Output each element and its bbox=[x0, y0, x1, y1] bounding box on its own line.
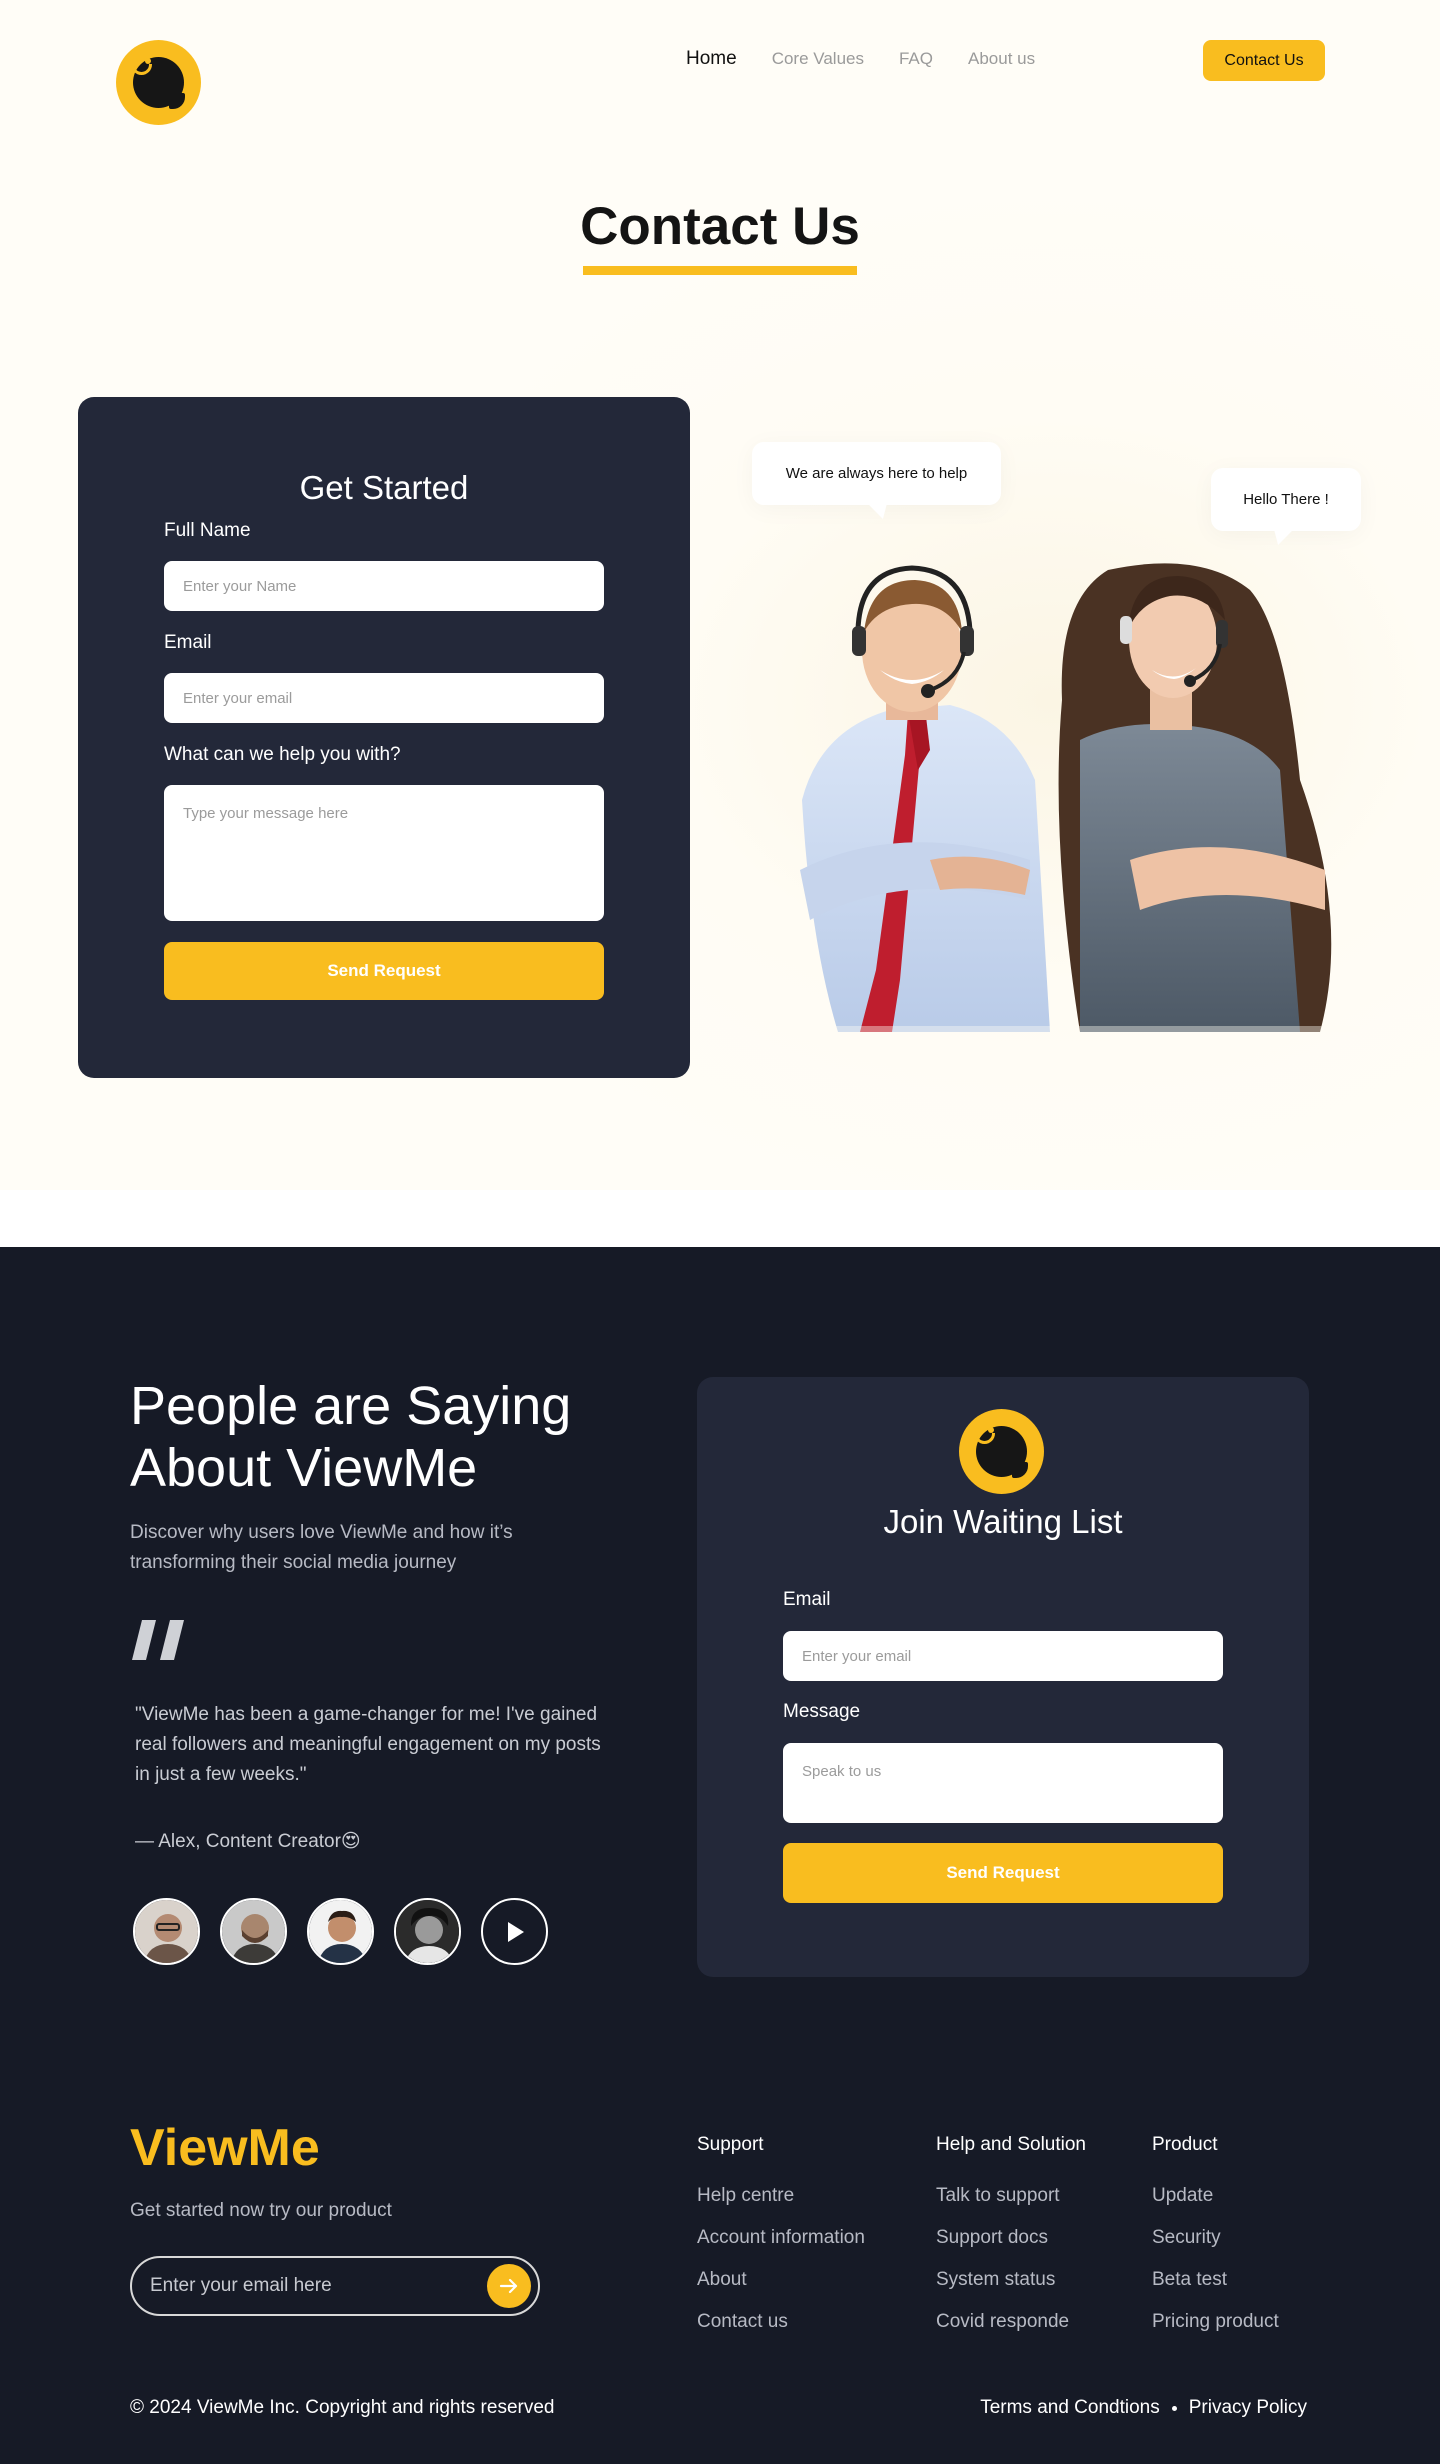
waitlist-message-label: Message bbox=[783, 1701, 861, 1722]
terms-link[interactable]: Terms and Condtions bbox=[980, 2397, 1160, 2419]
privacy-link[interactable]: Privacy Policy bbox=[1189, 2397, 1307, 2419]
full-name-label: Full Name bbox=[164, 520, 251, 541]
waitlist-message-textarea[interactable] bbox=[783, 1743, 1223, 1823]
footer-link-support-docs[interactable]: Support docs bbox=[936, 2225, 1086, 2250]
speech-bubble-hello: Hello There ! bbox=[1211, 468, 1361, 531]
play-video-button[interactable] bbox=[481, 1898, 548, 1965]
avatar[interactable] bbox=[394, 1898, 461, 1965]
send-request-button[interactable]: Send Request bbox=[164, 942, 604, 1000]
footer-column-support: Support Help centre Account information … bbox=[697, 2134, 865, 2351]
footer-column-heading: Product bbox=[1152, 2134, 1218, 2155]
page-title: Contact Us bbox=[580, 197, 860, 256]
testimonials-subtitle: Discover why users love ViewMe and how i… bbox=[130, 1522, 513, 1573]
title-underline bbox=[583, 266, 857, 275]
waitlist-title: Join Waiting List bbox=[883, 1503, 1123, 1540]
arrow-right-icon bbox=[499, 2278, 518, 2294]
footer-column-product: Product Update Security Beta test Pricin… bbox=[1152, 2134, 1279, 2351]
email-label: Email bbox=[164, 632, 212, 653]
speech-bubble-help: We are always here to help bbox=[752, 442, 1001, 505]
message-label: What can we help you with? bbox=[164, 744, 401, 765]
nav-item-home[interactable]: Home bbox=[686, 48, 737, 70]
subscribe-button[interactable] bbox=[487, 2264, 531, 2308]
footer-brand: ViewMe bbox=[130, 2119, 320, 2177]
copyright-text: © 2024 ViewMe Inc. Copyright and rights … bbox=[130, 2397, 555, 2418]
footer-column-heading: Support bbox=[697, 2134, 764, 2155]
email-input[interactable] bbox=[164, 673, 604, 723]
footer-link-security[interactable]: Security bbox=[1152, 2225, 1279, 2250]
support-agents-image bbox=[780, 563, 1360, 1032]
full-name-input[interactable] bbox=[164, 561, 604, 611]
waitlist-card: Join Waiting List Email Message Send Req… bbox=[697, 1377, 1309, 1977]
footer-link-covid-responde[interactable]: Covid responde bbox=[936, 2309, 1086, 2334]
testimonial-quote: "ViewMe has been a game-changer for me! … bbox=[135, 1704, 601, 1785]
footer-link-update[interactable]: Update bbox=[1152, 2183, 1279, 2208]
footer-column-help: Help and Solution Talk to support Suppor… bbox=[936, 2134, 1086, 2351]
waitlist-send-request-button[interactable]: Send Request bbox=[783, 1843, 1223, 1903]
nav-item-faq[interactable]: FAQ bbox=[899, 49, 933, 69]
footer-link-beta-test[interactable]: Beta test bbox=[1152, 2267, 1279, 2292]
avatar[interactable] bbox=[307, 1898, 374, 1965]
waitlist-email-input[interactable] bbox=[783, 1631, 1223, 1681]
footer-link-system-status[interactable]: System status bbox=[936, 2267, 1086, 2292]
footer-column-heading: Help and Solution bbox=[936, 2134, 1086, 2155]
contact-us-button[interactable]: Contact Us bbox=[1203, 40, 1325, 81]
footer-link-account-information[interactable]: Account information bbox=[697, 2225, 865, 2250]
avatar-row bbox=[133, 1898, 548, 1965]
nav-item-about-us[interactable]: About us bbox=[968, 49, 1035, 69]
testimonials-title-line1: People are Saying bbox=[130, 1376, 572, 1436]
subscribe-email-input[interactable] bbox=[150, 2272, 470, 2300]
testimonials-title: People are Saying About ViewMe bbox=[130, 1375, 650, 1499]
male-agent bbox=[800, 565, 1050, 1032]
contact-form-card: Get Started Full Name Email What can we … bbox=[78, 397, 690, 1078]
footer-link-help-centre[interactable]: Help centre bbox=[697, 2183, 865, 2208]
contact-form-title: Get Started bbox=[299, 469, 469, 506]
logo-icon bbox=[959, 1409, 1044, 1494]
play-icon bbox=[507, 1921, 524, 1942]
main-nav: Home Core Values FAQ About us bbox=[686, 48, 1035, 70]
subscribe-form bbox=[130, 2256, 540, 2316]
avatar[interactable] bbox=[220, 1898, 287, 1965]
quote-icon bbox=[132, 1620, 184, 1660]
testimonials-title-line2: About ViewMe bbox=[130, 1438, 478, 1498]
footer-tagline: Get started now try our product bbox=[130, 2200, 392, 2221]
logo-icon[interactable] bbox=[116, 40, 201, 125]
waitlist-email-label: Email bbox=[783, 1589, 831, 1610]
footer-link-talk-to-support[interactable]: Talk to support bbox=[936, 2183, 1086, 2208]
message-textarea[interactable] bbox=[164, 785, 604, 921]
footer-link-pricing-product[interactable]: Pricing product bbox=[1152, 2309, 1279, 2334]
female-agent bbox=[1058, 563, 1332, 1032]
avatar[interactable] bbox=[133, 1898, 200, 1965]
nav-item-core-values[interactable]: Core Values bbox=[772, 49, 864, 69]
footer-link-contact-us[interactable]: Contact us bbox=[697, 2309, 865, 2334]
legal-links: Terms and Condtions Privacy Policy bbox=[980, 2397, 1307, 2419]
testimonial-author: — Alex, Content Creator😍 bbox=[135, 1831, 361, 1852]
separator-dot bbox=[1171, 2405, 1177, 2411]
footer-link-about[interactable]: About bbox=[697, 2267, 865, 2292]
